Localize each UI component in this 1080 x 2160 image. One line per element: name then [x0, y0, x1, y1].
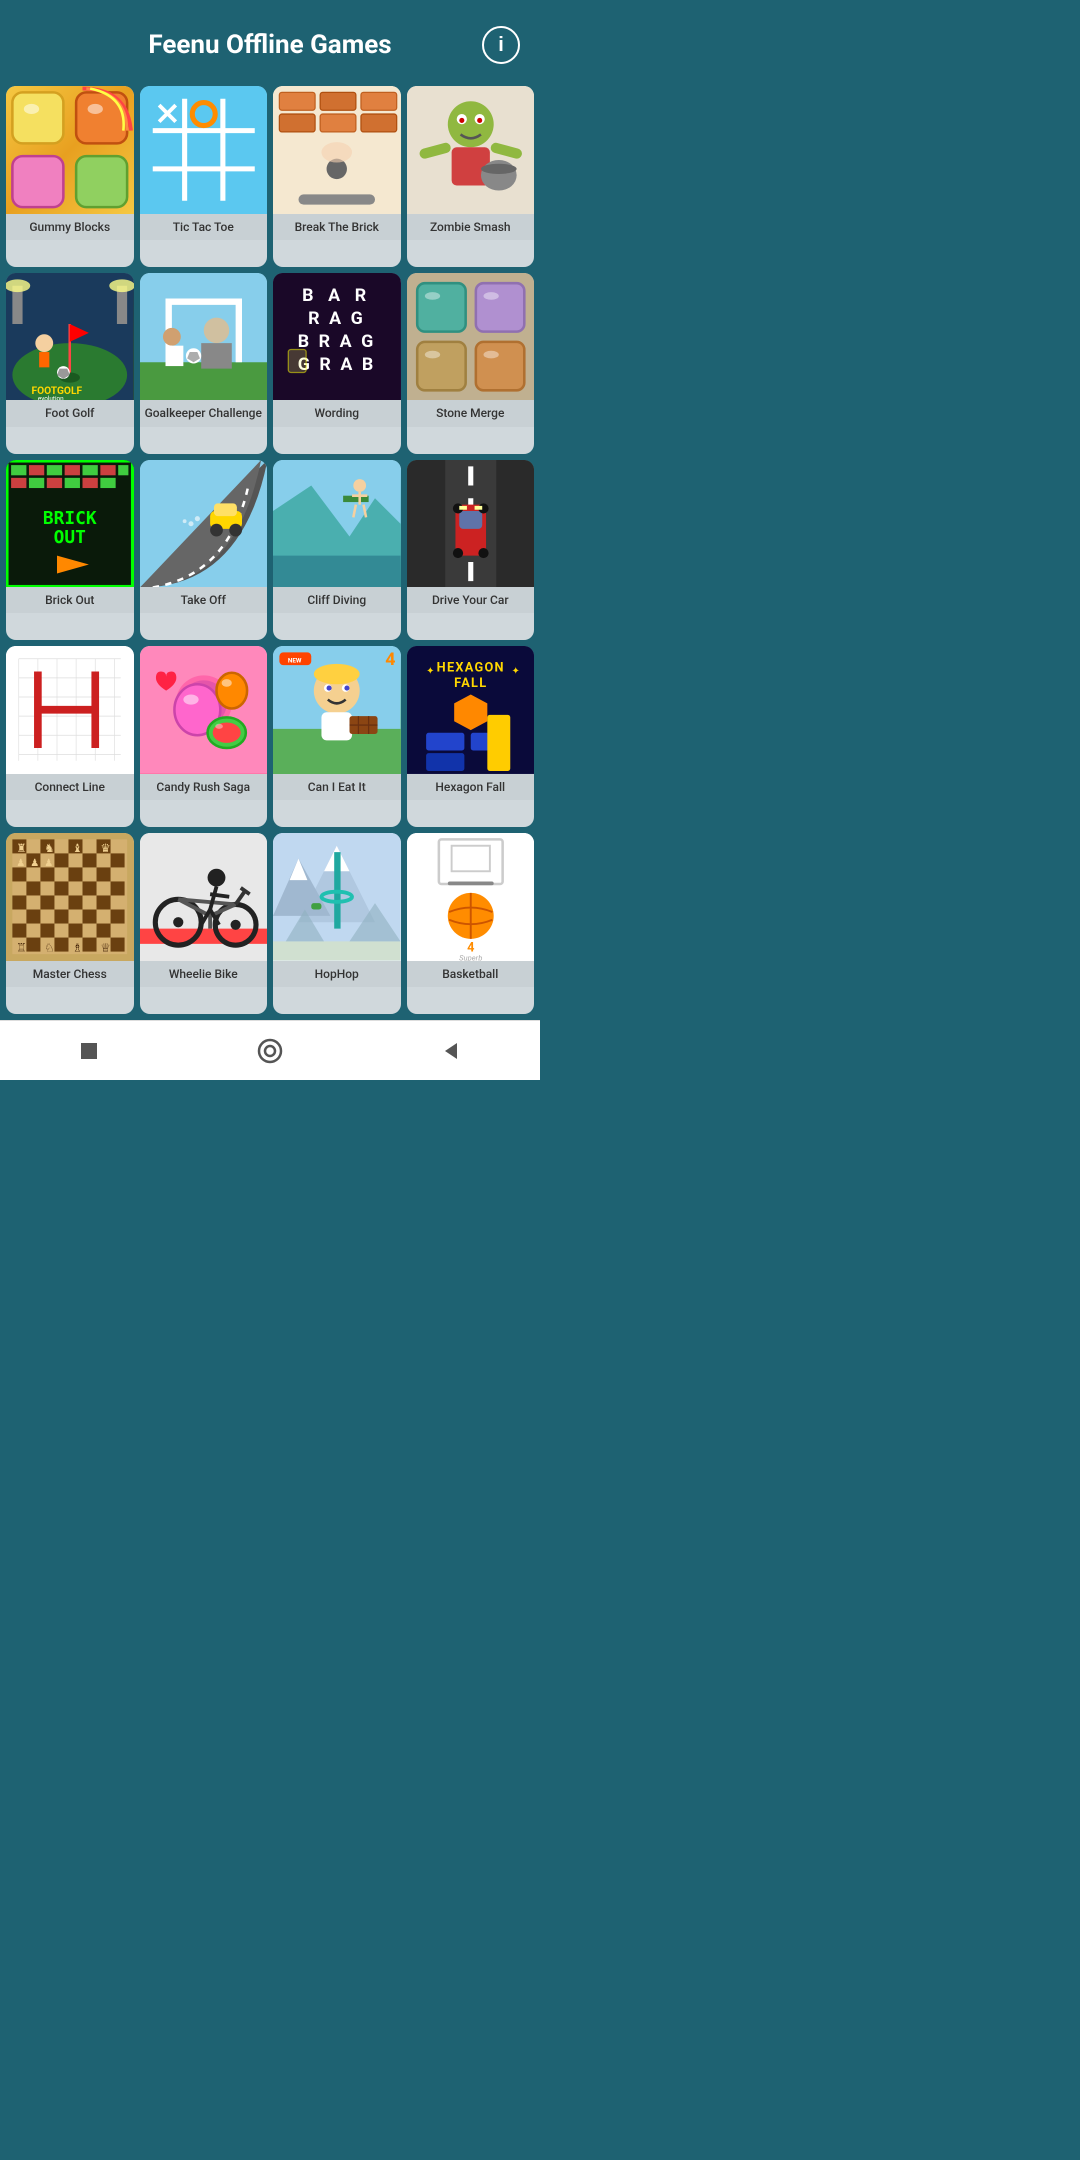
- game-card-drive-your-car[interactable]: Drive Your Car: [407, 460, 535, 641]
- game-card-candy-rush-saga[interactable]: Candy Rush Saga: [140, 646, 268, 827]
- svg-text:OUT: OUT: [54, 526, 86, 547]
- game-label-gummy-blocks: Gummy Blocks: [6, 214, 134, 240]
- svg-text:♟: ♟: [44, 858, 53, 869]
- game-card-brick-out[interactable]: BRICK OUT Brick Out: [6, 460, 134, 641]
- game-label-stone-merge: Stone Merge: [407, 400, 535, 426]
- svg-text:evolution: evolution: [38, 394, 64, 400]
- game-thumbnail-cliff-diving: [273, 460, 401, 588]
- game-thumbnail-wording: B A R R A G B R A G G R A B: [273, 273, 401, 401]
- svg-text:BRICK: BRICK: [43, 507, 97, 528]
- game-label-foot-golf: Foot Golf: [6, 400, 134, 426]
- home-button[interactable]: [256, 1037, 284, 1065]
- svg-text:G R A B: G R A B: [298, 354, 376, 375]
- svg-text:✦: ✦: [511, 666, 520, 677]
- game-card-cliff-diving[interactable]: Cliff Diving: [273, 460, 401, 641]
- game-thumbnail-take-off: [140, 460, 268, 588]
- game-label-brick-out: Brick Out: [6, 587, 134, 613]
- game-card-take-off[interactable]: Take Off: [140, 460, 268, 641]
- game-card-stone-merge[interactable]: Stone Merge: [407, 273, 535, 454]
- game-card-goalkeeper-challenge[interactable]: Goalkeeper Challenge: [140, 273, 268, 454]
- navigation-bar: [0, 1020, 540, 1080]
- svg-text:4: 4: [385, 650, 395, 671]
- game-thumbnail-wheelie-bike: [140, 833, 268, 961]
- app-header: Feenu Offline Games i: [0, 0, 540, 80]
- game-label-take-off: Take Off: [140, 587, 268, 613]
- game-card-gummy-blocks[interactable]: Gummy Blocks: [6, 86, 134, 267]
- game-thumbnail-hophop: [273, 833, 401, 961]
- game-label-master-chess: Master Chess: [6, 961, 134, 987]
- svg-text:✦: ✦: [426, 666, 435, 677]
- svg-text:♟: ♟: [30, 858, 39, 869]
- game-thumbnail-goalkeeper-challenge: [140, 273, 268, 401]
- game-thumbnail-tic-tac-toe: [140, 86, 268, 214]
- back-button[interactable]: [439, 1039, 463, 1063]
- game-label-tic-tac-toe: Tic Tac Toe: [140, 214, 268, 240]
- game-thumbnail-zombie-smash: [407, 86, 535, 214]
- svg-text:R A G: R A G: [308, 308, 365, 329]
- game-label-hophop: HopHop: [273, 961, 401, 987]
- game-thumbnail-brick-out: BRICK OUT: [6, 460, 134, 588]
- game-card-wheelie-bike[interactable]: Wheelie Bike: [140, 833, 268, 1014]
- game-label-can-i-eat-it: Can I Eat It: [273, 774, 401, 800]
- game-card-tic-tac-toe[interactable]: Tic Tac Toe: [140, 86, 268, 267]
- svg-text:♗: ♗: [72, 941, 82, 955]
- info-button[interactable]: i: [482, 26, 520, 64]
- game-label-break-the-brick: Break The Brick: [273, 214, 401, 240]
- game-thumbnail-candy-rush-saga: [140, 646, 268, 774]
- game-label-candy-rush-saga: Candy Rush Saga: [140, 774, 268, 800]
- game-card-master-chess[interactable]: ♜ ♞ ♝ ♛ ♟ ♟ ♟ ♖ ♘ ♗ ♕ Master Chess: [6, 833, 134, 1014]
- game-card-wording[interactable]: B A R R A G B R A G G R A B Wording: [273, 273, 401, 454]
- game-label-wheelie-bike: Wheelie Bike: [140, 961, 268, 987]
- svg-text:NEW: NEW: [288, 657, 302, 665]
- svg-text:♜: ♜: [16, 841, 26, 855]
- game-label-wording: Wording: [273, 400, 401, 426]
- game-thumbnail-connect-line: [6, 646, 134, 774]
- game-label-zombie-smash: Zombie Smash: [407, 214, 535, 240]
- games-grid: Gummy Blocks Tic Tac Toe: [0, 80, 540, 1020]
- game-thumbnail-gummy-blocks: [6, 86, 134, 214]
- svg-text:♞: ♞: [44, 841, 54, 855]
- game-thumbnail-basketball: 4 Superb: [407, 833, 535, 961]
- game-card-foot-golf[interactable]: FOOTGOLF evolution Foot Golf: [6, 273, 134, 454]
- game-label-hexagon-fall: Hexagon Fall: [407, 774, 535, 800]
- svg-text:♛: ♛: [100, 841, 110, 855]
- svg-text:♘: ♘: [44, 941, 54, 955]
- game-label-cliff-diving: Cliff Diving: [273, 587, 401, 613]
- game-card-break-the-brick[interactable]: Break The Brick: [273, 86, 401, 267]
- app-title: Feenu Offline Games: [148, 30, 391, 60]
- game-label-connect-line: Connect Line: [6, 774, 134, 800]
- game-thumbnail-break-the-brick: [273, 86, 401, 214]
- game-label-drive-your-car: Drive Your Car: [407, 587, 535, 613]
- game-label-goalkeeper-challenge: Goalkeeper Challenge: [140, 400, 268, 426]
- game-thumbnail-stone-merge: [407, 273, 535, 401]
- svg-text:♟: ♟: [16, 858, 25, 869]
- svg-text:♖: ♖: [16, 941, 26, 955]
- game-card-hophop[interactable]: HopHop: [273, 833, 401, 1014]
- svg-text:Superb: Superb: [459, 954, 482, 961]
- stop-button[interactable]: [77, 1039, 101, 1063]
- game-label-basketball: Basketball: [407, 961, 535, 987]
- svg-text:FALL: FALL: [454, 676, 487, 691]
- game-card-can-i-eat-it[interactable]: NEW 4 Can I Eat It: [273, 646, 401, 827]
- svg-text:♕: ♕: [100, 941, 110, 955]
- game-card-hexagon-fall[interactable]: HEXAGON FALL ✦ ✦ Hexagon Fall: [407, 646, 535, 827]
- game-thumbnail-foot-golf: FOOTGOLF evolution: [6, 273, 134, 401]
- game-thumbnail-can-i-eat-it: NEW 4: [273, 646, 401, 774]
- svg-text:B R A G: B R A G: [298, 331, 376, 352]
- game-card-basketball[interactable]: 4 Superb Basketball: [407, 833, 535, 1014]
- game-card-connect-line[interactable]: Connect Line: [6, 646, 134, 827]
- svg-text:B A R: B A R: [302, 285, 371, 306]
- svg-text:♝: ♝: [72, 841, 82, 855]
- game-thumbnail-drive-your-car: [407, 460, 535, 588]
- svg-text:HEXAGON: HEXAGON: [436, 661, 504, 676]
- game-thumbnail-hexagon-fall: HEXAGON FALL ✦ ✦: [407, 646, 535, 774]
- game-thumbnail-master-chess: ♜ ♞ ♝ ♛ ♟ ♟ ♟ ♖ ♘ ♗ ♕: [6, 833, 134, 961]
- game-card-zombie-smash[interactable]: Zombie Smash: [407, 86, 535, 267]
